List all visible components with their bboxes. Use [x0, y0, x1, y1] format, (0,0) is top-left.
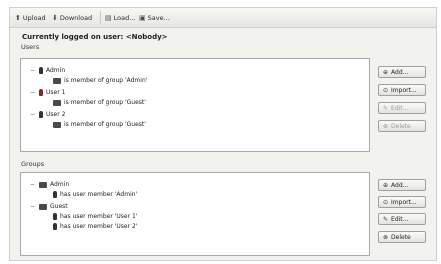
user-icon — [39, 67, 43, 74]
groups-add-button[interactable]: ⊕ Add... — [378, 179, 426, 191]
import-icon: ⊙ — [383, 198, 389, 206]
group-icon — [39, 181, 47, 188]
load-label: Load... — [113, 13, 136, 22]
group-icon — [39, 203, 47, 210]
tree-node-group-admin[interactable]: − Admin — [29, 180, 69, 189]
edit-icon: ✎ — [383, 104, 389, 112]
tree-node-label: is member of group 'Guest' — [64, 121, 146, 128]
add-icon: ⊕ — [383, 68, 389, 76]
tree-node-label: has user member 'User 1' — [60, 213, 138, 220]
group-icon — [53, 121, 61, 128]
tree-node-membership[interactable]: is member of group 'Guest' — [53, 120, 146, 129]
tree-node-member[interactable]: has user member 'User 1' — [53, 212, 137, 221]
users-import-button[interactable]: ⊙ Import... — [378, 84, 426, 96]
users-section-label: Users — [21, 43, 40, 51]
tree-node-membership[interactable]: is member of group 'Admin' — [53, 76, 147, 85]
users-delete-button[interactable]: ⊗ Delete — [378, 120, 426, 132]
groups-import-button[interactable]: ⊙ Import... — [378, 196, 426, 208]
user-icon — [39, 89, 43, 96]
tree-node-label: User 1 — [46, 89, 66, 96]
save-icon: ▣ — [139, 13, 146, 22]
collapse-toggle[interactable]: − — [29, 181, 36, 188]
save-label: Save... — [147, 13, 170, 22]
tree-node-user-admin[interactable]: − Admin — [29, 66, 65, 75]
tree-node-member[interactable]: has user member 'User 2' — [53, 222, 137, 231]
tree-node-membership[interactable]: is member of group 'Guest' — [53, 98, 146, 107]
load-icon: ▤ — [105, 13, 112, 22]
user-icon — [53, 191, 57, 198]
users-add-button[interactable]: ⊕ Add... — [378, 66, 426, 78]
button-label: Edit... — [391, 104, 409, 112]
tree-node-group-guest[interactable]: − Guest — [29, 202, 68, 211]
user-icon — [53, 213, 57, 220]
tree-node-label: is member of group 'Admin' — [64, 77, 148, 84]
groups-tree[interactable]: − Admin has user member 'Admin' − Guest … — [20, 172, 370, 256]
collapse-toggle[interactable]: − — [29, 67, 36, 74]
user-icon — [39, 111, 43, 118]
upload-label: Upload — [22, 13, 46, 22]
delete-icon: ⊗ — [383, 233, 389, 241]
toolbar-separator — [100, 11, 101, 24]
button-label: Edit... — [391, 215, 409, 223]
edit-icon: ✎ — [383, 215, 389, 223]
button-label: Import... — [391, 198, 417, 206]
button-label: Import... — [391, 86, 417, 94]
download-button[interactable]: ⬇ Download — [52, 11, 92, 24]
add-icon: ⊕ — [383, 181, 389, 189]
user-icon — [53, 223, 57, 230]
delete-icon: ⊗ — [383, 122, 389, 130]
upload-button[interactable]: ⬆ Upload — [15, 11, 46, 24]
button-label: Add... — [391, 68, 409, 76]
collapse-toggle[interactable]: − — [29, 203, 36, 210]
upload-icon: ⬆ — [15, 13, 21, 22]
tree-node-user-1[interactable]: − User 1 — [29, 88, 65, 97]
tree-node-label: has user member 'Admin' — [60, 191, 138, 198]
logged-on-user-status: Currently logged on user: <Nobody> — [22, 33, 168, 41]
button-label: Delete — [391, 233, 411, 241]
groups-delete-button[interactable]: ⊗ Delete — [378, 231, 426, 243]
tree-node-label: Admin — [50, 181, 70, 188]
tree-node-label: has user member 'User 2' — [60, 223, 138, 230]
tree-node-label: Admin — [46, 67, 66, 74]
groups-section-label: Groups — [21, 160, 45, 168]
download-label: Download — [59, 13, 93, 22]
group-icon — [53, 77, 61, 84]
collapse-toggle[interactable]: − — [29, 111, 36, 118]
users-tree[interactable]: − Admin is member of group 'Admin' − Use… — [20, 58, 370, 152]
download-icon: ⬇ — [52, 13, 58, 22]
tree-node-label: Guest — [50, 203, 68, 210]
tree-node-member[interactable]: has user member 'Admin' — [53, 190, 137, 199]
button-label: Add... — [391, 181, 409, 189]
save-button[interactable]: ▣ Save... — [139, 11, 170, 24]
collapse-toggle[interactable]: − — [29, 89, 36, 96]
load-button[interactable]: ▤ Load... — [105, 11, 135, 24]
toolbar: ⬆ Upload ⬇ Download ▤ Load... ▣ Save... — [10, 8, 436, 28]
users-edit-button[interactable]: ✎ Edit... — [378, 102, 426, 114]
tree-node-user-2[interactable]: − User 2 — [29, 110, 65, 119]
button-label: Delete — [391, 122, 411, 130]
import-icon: ⊙ — [383, 86, 389, 94]
user-manager-window: ⬆ Upload ⬇ Download ▤ Load... ▣ Save... … — [9, 7, 437, 261]
groups-edit-button[interactable]: ✎ Edit... — [378, 213, 426, 225]
tree-node-label: is member of group 'Guest' — [64, 99, 146, 106]
group-icon — [53, 99, 61, 106]
tree-node-label: User 2 — [46, 111, 66, 118]
